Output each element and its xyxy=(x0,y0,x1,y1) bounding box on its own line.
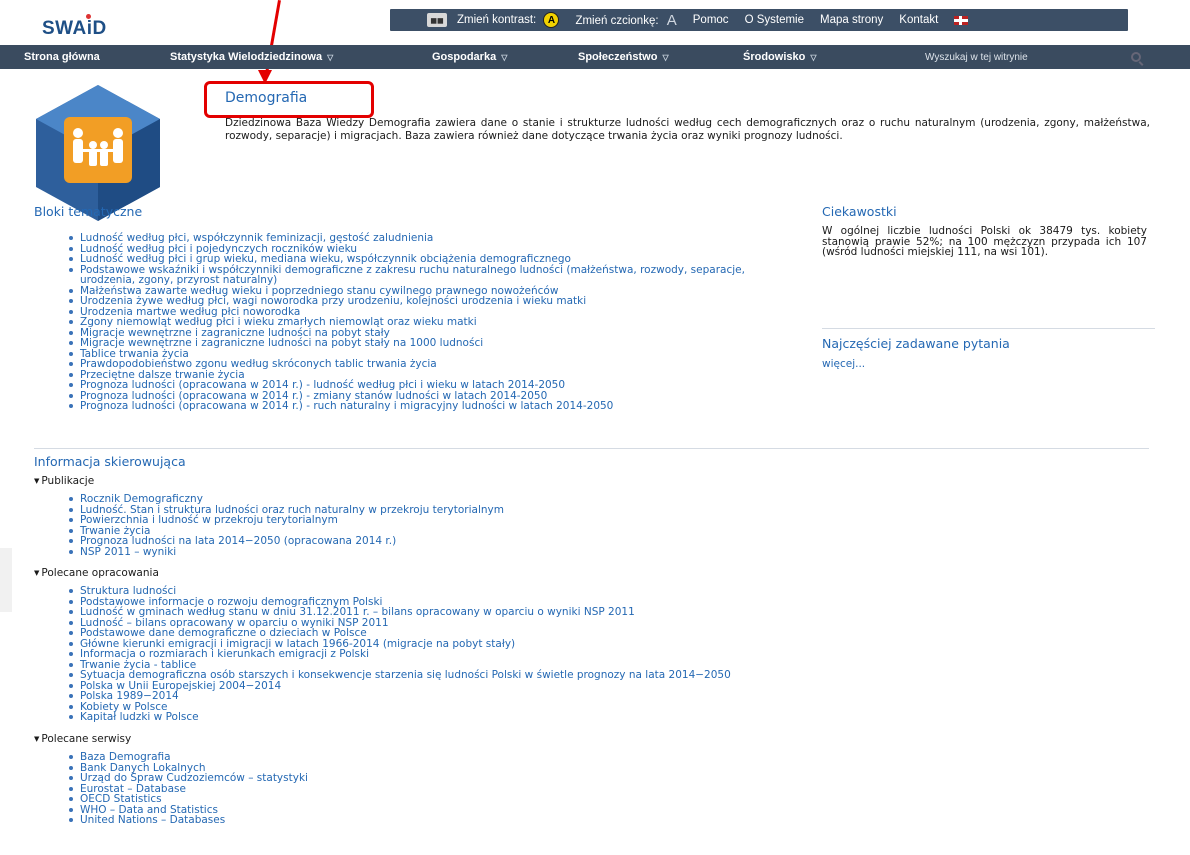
group-toggle-recommended-services[interactable]: ▼ Polecane serwisy xyxy=(34,733,131,745)
divider xyxy=(34,448,1149,449)
list-item-link[interactable]: United Nations – Databases xyxy=(80,814,225,826)
recommended-studies-list: Struktura ludności Podstawowe informacje… xyxy=(64,586,1064,723)
site-logo[interactable]: SWAiD xyxy=(42,18,107,40)
top-header: SWAiD ◼◼ Zmień kontrast: A Zmień czcionk… xyxy=(0,0,1190,45)
list-item[interactable]: United Nations – Databases xyxy=(64,815,864,826)
font-size-toggle[interactable]: Zmień czcionkę: A xyxy=(575,12,676,29)
nav-item-label: Środowisko xyxy=(743,51,806,63)
logo-dot-icon xyxy=(86,14,91,19)
nav-item-label: Strona główna xyxy=(24,51,100,63)
page-title: Demografia xyxy=(225,90,308,106)
list-item-link[interactable]: Prognoza ludności (opracowana w 2014 r.)… xyxy=(80,400,613,412)
list-item[interactable]: Informacja o rozmiarach i kierunkach emi… xyxy=(64,649,1064,660)
sitemap-link[interactable]: Mapa strony xyxy=(820,14,883,26)
triangle-down-icon: ▼ xyxy=(34,477,40,485)
demography-family-icon xyxy=(36,85,160,221)
main-nav: Strona główna Statystyka Wielodziedzinow… xyxy=(0,45,1190,69)
divider xyxy=(822,328,1155,329)
contact-link[interactable]: Kontakt xyxy=(899,14,938,26)
page-description: Dziedzinowa Baza Wiedzy Demografia zawie… xyxy=(225,117,1150,142)
triangle-down-icon: ▼ xyxy=(34,735,40,743)
help-link[interactable]: Pomoc xyxy=(693,14,729,26)
contrast-toggle[interactable]: Zmień kontrast: A xyxy=(457,12,560,28)
facts-text: W ogólnej liczbie ludności Polski ok 384… xyxy=(822,225,1147,258)
section-heading-info: Informacja skierowująca xyxy=(34,454,186,469)
contrast-badge-icon[interactable]: A xyxy=(543,12,560,28)
chevron-down-icon: ▽ xyxy=(327,53,334,62)
list-item[interactable]: Prognoza ludności (opracowana w 2014 r.)… xyxy=(64,401,794,412)
nav-item-multidomain[interactable]: Statystyka Wielodziedzinowa ▽ xyxy=(170,51,333,63)
publications-list: Rocznik Demograficzny Ludność. Stan i st… xyxy=(64,494,864,557)
chevron-down-icon: ▽ xyxy=(662,53,669,62)
recommended-services-list: Baza Demografia Bank Danych Lokalnych Ur… xyxy=(64,752,864,826)
chevron-down-icon: ▽ xyxy=(810,53,817,62)
list-item[interactable]: Eurostat – Database xyxy=(64,783,864,795)
list-item-link[interactable]: Kapitał ludzki w Polsce xyxy=(80,711,199,723)
list-item-link[interactable]: Podstawowe wskaźniki i współczynniki dem… xyxy=(80,264,745,287)
thematic-blocks-list: Ludność według płci, współczynnik femini… xyxy=(64,233,794,412)
list-item[interactable]: Kobiety w Polsce xyxy=(64,701,1064,713)
list-item-link[interactable]: NSP 2011 – wyniki xyxy=(80,546,176,558)
nav-item-label: Gospodarka xyxy=(432,51,497,63)
search-input[interactable] xyxy=(925,51,1125,63)
triangle-down-icon: ▼ xyxy=(34,569,40,577)
list-item[interactable]: NSP 2011 – wyniki xyxy=(64,546,864,558)
font-size-icon[interactable]: A xyxy=(667,12,677,29)
side-shadow xyxy=(0,548,12,612)
nav-item-environment[interactable]: Środowisko ▽ xyxy=(743,51,817,63)
chevron-down-icon: ▽ xyxy=(501,53,508,62)
group-toggle-recommended-studies[interactable]: ▼ Polecane opracowania xyxy=(34,567,159,579)
about-link[interactable]: O Systemie xyxy=(745,14,804,26)
group-toggle-publications[interactable]: ▼ Publikacje xyxy=(34,475,94,487)
facts-heading: Ciekawostki xyxy=(822,204,897,219)
contrast-label: Zmień kontrast: xyxy=(457,14,537,27)
list-item[interactable]: Kapitał ludzki w Polsce xyxy=(64,712,1064,723)
nav-item-label: Społeczeństwo xyxy=(578,51,658,63)
section-heading-blocks: Bloki tematyczne xyxy=(34,204,143,219)
list-item[interactable]: Polska 1989−2014 xyxy=(64,691,1064,702)
group-label: Polecane serwisy xyxy=(41,733,132,745)
utility-bar: ◼◼ Zmień kontrast: A Zmień czcionkę: A P… xyxy=(390,9,1128,31)
faq-heading: Najczęściej zadawane pytania xyxy=(822,336,1010,351)
list-item[interactable]: Prognoza ludności na lata 2014−2050 (opr… xyxy=(64,536,864,547)
list-item[interactable]: Polska w Unii Europejskiej 2004−2014 xyxy=(64,680,1064,692)
nav-item-society[interactable]: Społeczeństwo ▽ xyxy=(578,51,669,63)
nav-item-economy[interactable]: Gospodarka ▽ xyxy=(432,51,507,63)
font-size-label: Zmień czcionkę: xyxy=(575,14,659,27)
sign-language-icon[interactable]: ◼◼ xyxy=(427,13,447,27)
group-label: Polecane opracowania xyxy=(41,567,159,579)
site-search xyxy=(925,45,1157,69)
nav-item-home[interactable]: Strona główna xyxy=(24,51,100,63)
english-flag-icon[interactable] xyxy=(954,15,969,25)
group-label: Publikacje xyxy=(41,475,95,487)
list-item[interactable]: Podstawowe wskaźniki i współczynniki dem… xyxy=(64,264,794,287)
nav-item-label: Statystyka Wielodziedzinowa xyxy=(170,51,323,63)
search-icon[interactable] xyxy=(1131,52,1141,62)
more-link[interactable]: więcej... xyxy=(822,358,865,370)
list-item[interactable]: Powierzchnia i ludność w przekroju teryt… xyxy=(64,515,864,526)
